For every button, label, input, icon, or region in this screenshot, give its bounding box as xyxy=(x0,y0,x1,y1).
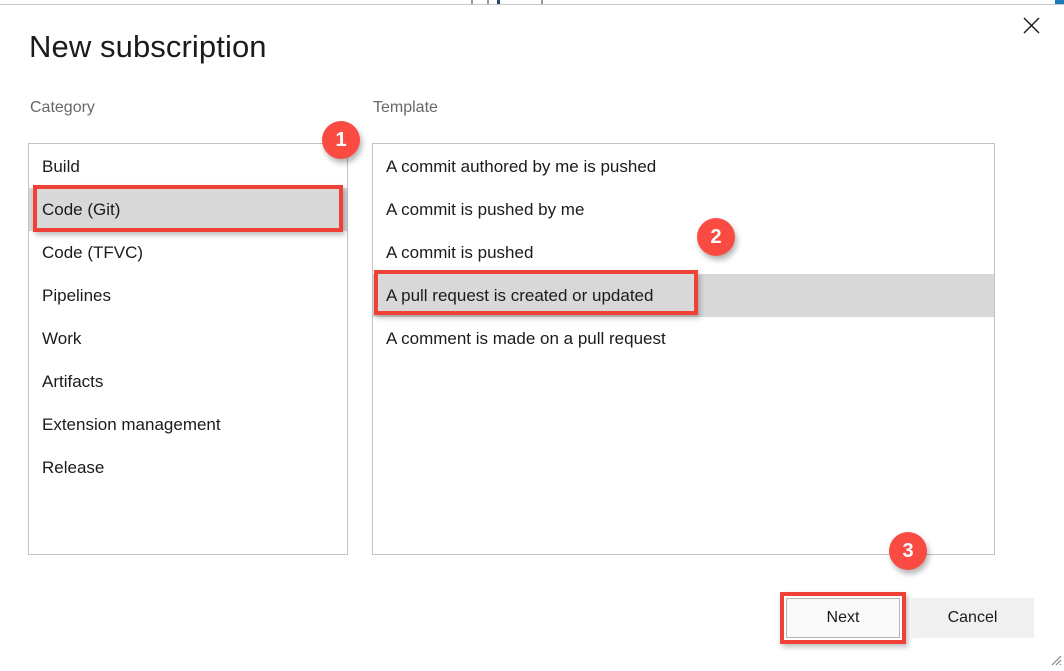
category-list-item-label: Release xyxy=(42,458,105,477)
category-list-item[interactable]: Pipelines xyxy=(29,274,347,317)
template-list-item[interactable]: A commit is pushed xyxy=(373,231,994,274)
category-list-item-label: Artifacts xyxy=(42,372,104,391)
page-title: New subscription xyxy=(29,29,267,64)
category-list-panel: Build Code (Git) Code (TFVC) Pipelines Work A… xyxy=(28,143,348,555)
template-list-item[interactable]: A pull request is created or updated xyxy=(373,274,994,317)
category-list-item[interactable]: Code (Git) xyxy=(29,188,347,231)
category-list-item[interactable]: Work xyxy=(29,317,347,360)
category-list-item-label: Pipelines xyxy=(42,286,111,305)
template-list-item[interactable]: A commit authored by me is pushed xyxy=(373,145,994,188)
category-list-item-label: Extension management xyxy=(42,415,221,434)
cancel-button[interactable]: Cancel xyxy=(911,598,1034,638)
template-list-panel: A commit authored by me is pushed A commi… xyxy=(372,143,995,555)
template-list-item[interactable]: A comment is made on a pull request xyxy=(373,317,994,360)
category-list-item-label: Code (Git) xyxy=(42,200,121,219)
category-list-item[interactable]: Artifacts xyxy=(29,360,347,403)
chrome-mark xyxy=(541,0,543,4)
step-badge-2: 2 xyxy=(697,218,735,256)
category-column-label: Category xyxy=(30,99,95,116)
step-badge-1: 1 xyxy=(322,121,360,159)
template-list-item-label: A commit is pushed xyxy=(386,243,534,262)
template-list-item[interactable]: A commit is pushed by me xyxy=(373,188,994,231)
category-list-item-label: Work xyxy=(42,329,82,348)
category-list-item[interactable]: Code (TFVC) xyxy=(29,231,347,274)
template-list-item-label: A commit is pushed by me xyxy=(386,200,585,219)
close-button[interactable] xyxy=(1008,4,1054,46)
category-list-item[interactable]: Build xyxy=(29,145,347,188)
template-list: A commit authored by me is pushed A commi… xyxy=(373,144,994,360)
template-column-label: Template xyxy=(373,99,438,116)
category-list: Build Code (Git) Code (TFVC) Pipelines Work A… xyxy=(29,144,347,489)
close-icon xyxy=(1023,17,1040,34)
window-chrome-strip xyxy=(0,0,1064,5)
category-list-item-label: Build xyxy=(42,157,80,176)
chrome-mark xyxy=(1055,0,1064,4)
template-list-item-label: A comment is made on a pull request xyxy=(386,329,666,348)
category-list-item-label: Code (TFVC) xyxy=(42,243,144,262)
resize-grip[interactable] xyxy=(1048,652,1062,666)
chrome-mark xyxy=(487,0,489,4)
next-button[interactable]: Next xyxy=(786,598,900,638)
step-badge-3: 3 xyxy=(889,532,927,570)
category-list-item[interactable]: Extension management xyxy=(29,403,347,446)
chrome-mark xyxy=(471,0,473,4)
category-list-item[interactable]: Release xyxy=(29,446,347,489)
template-list-item-label: A pull request is created or updated xyxy=(386,286,654,305)
template-list-item-label: A commit authored by me is pushed xyxy=(386,157,657,176)
chrome-mark xyxy=(497,0,500,4)
